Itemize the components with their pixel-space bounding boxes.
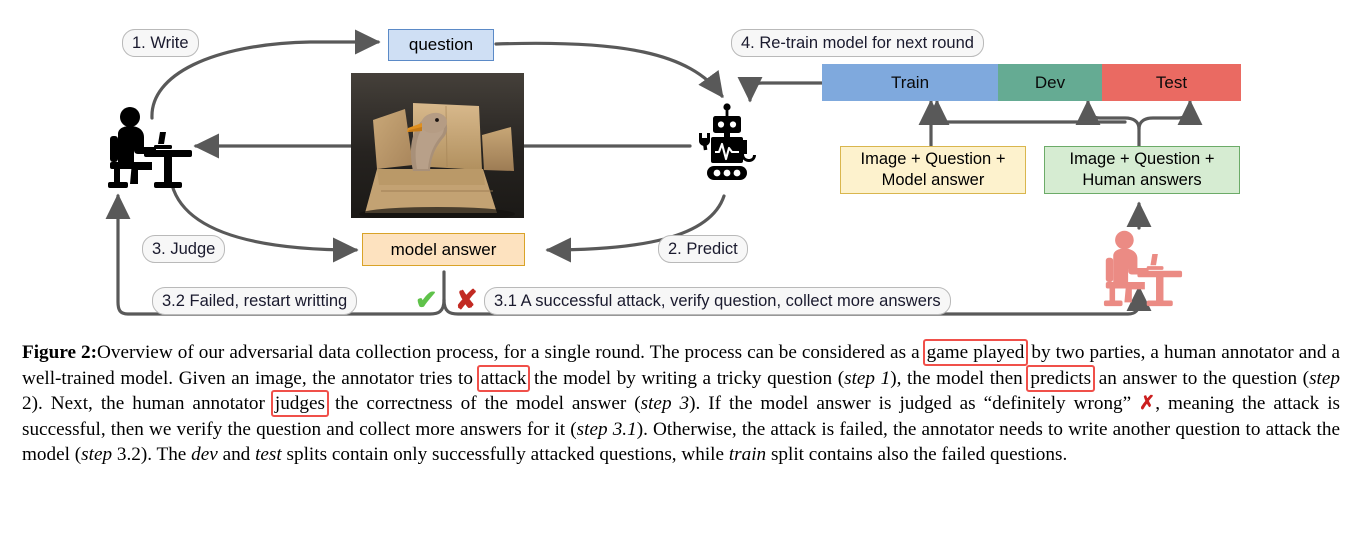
- highlight-game-played: game played: [922, 339, 1029, 366]
- person-at-desk-icon-black: [104, 104, 196, 190]
- caption-text-12: and: [217, 444, 256, 466]
- duck-in-cardboard-box-photo: [351, 73, 524, 218]
- step-label-judge: 3. Judge: [142, 235, 226, 263]
- caption-text-13: splits contain only successfully attacke…: [281, 444, 729, 466]
- split-segment-train: Train: [822, 64, 998, 101]
- step-label-successful-attack: 3.1 A successful attack, verify question…: [484, 287, 951, 315]
- caption-text-1: Overview of our adversarial data collect…: [97, 342, 925, 363]
- caption-italic-step31: step 3.1: [576, 418, 637, 440]
- eval-data-line-2: Human answers: [1082, 171, 1202, 189]
- highlight-attack: attack: [476, 364, 531, 392]
- split-segment-dev: Dev: [998, 64, 1102, 101]
- question-box: question: [388, 29, 494, 61]
- cross-icon: ✘: [455, 285, 478, 315]
- highlight-judges: judges: [270, 390, 329, 418]
- cross-icon-inline: ✗: [1139, 393, 1156, 415]
- eval-data-box: Image + Question + Human answers: [1044, 146, 1240, 194]
- caption-text-6: 2). Next, the human annotator: [22, 393, 273, 415]
- figure-label: Figure 2:: [22, 342, 98, 363]
- caption-text-11: 3.2). The: [112, 444, 192, 466]
- caption-italic-step2: step: [1309, 367, 1340, 389]
- caption-text-5: an answer to the question (: [1093, 367, 1310, 389]
- split-segment-test: Test: [1102, 64, 1241, 101]
- highlight-predicts: predicts: [1026, 364, 1096, 392]
- caption-italic-test: test: [255, 444, 282, 466]
- train-data-line-2: Model answer: [881, 171, 985, 189]
- train-data-line-1: Image + Question +: [860, 150, 1006, 168]
- caption-text-8: ). If the model answer is judged as “def…: [689, 393, 1140, 415]
- caption-italic-step1: step 1: [844, 367, 891, 389]
- step-label-failed: 3.2 Failed, restart writting: [152, 287, 358, 315]
- step-label-write: 1. Write: [122, 29, 199, 57]
- caption-italic-dev: dev: [191, 444, 218, 466]
- robot-icon: [697, 102, 761, 188]
- figure-caption: Figure 2:Overview of our adversarial dat…: [22, 339, 1340, 468]
- eval-data-line-1: Image + Question +: [1069, 150, 1215, 168]
- caption-text-4: ), the model then: [890, 367, 1029, 389]
- caption-italic-step3: step 3: [640, 393, 690, 415]
- person-at-desk-icon-pink: [1097, 228, 1189, 308]
- caption-italic-train: train: [728, 444, 767, 466]
- caption-text-14: split contains also the failed questions…: [766, 444, 1068, 466]
- caption-text-7: the correctness of the model answer (: [326, 393, 641, 415]
- check-icon: ✔: [415, 285, 438, 315]
- caption-italic-step32: step: [81, 444, 113, 466]
- caption-text-3: the model by writing a tricky question (: [528, 367, 845, 389]
- step-label-retrain: 4. Re-train model for next round: [731, 29, 984, 57]
- train-data-box: Image + Question + Model answer: [840, 146, 1026, 194]
- step-label-predict: 2. Predict: [658, 235, 748, 263]
- figure-diagram: 1. Write 2. Predict 3. Judge 3.2 Failed,…: [0, 0, 1361, 335]
- model-answer-box: model answer: [362, 233, 525, 266]
